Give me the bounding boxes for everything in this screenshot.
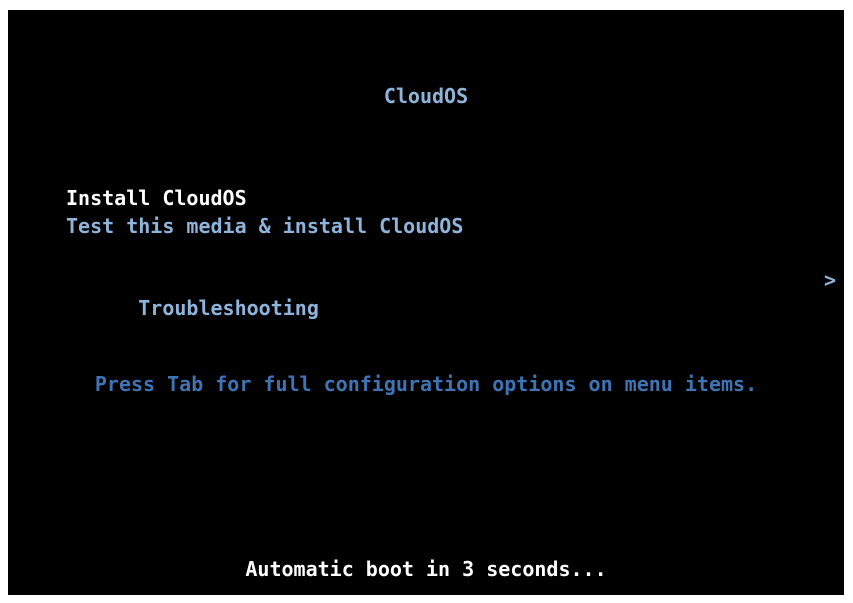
auto-boot-countdown: Automatic boot in 3 seconds... (245, 557, 607, 581)
chevron-right-icon: > (823, 268, 836, 292)
boot-menu-title: CloudOS (383, 84, 469, 108)
menu-spacer (66, 240, 836, 266)
menu-item-test-and-install[interactable]: Test this media & install CloudOS (66, 212, 836, 240)
menu-item-install[interactable]: Install CloudOS (66, 184, 836, 212)
boot-menu: Install CloudOS Test this media & instal… (66, 184, 836, 320)
tab-hint-text: Press Tab for full configuration options… (94, 372, 758, 396)
menu-item-troubleshooting[interactable]: Troubleshooting > (66, 266, 836, 320)
boot-screen: CloudOS Install CloudOS Test this media … (8, 10, 844, 595)
menu-item-troubleshooting-label: Troubleshooting (138, 296, 319, 320)
